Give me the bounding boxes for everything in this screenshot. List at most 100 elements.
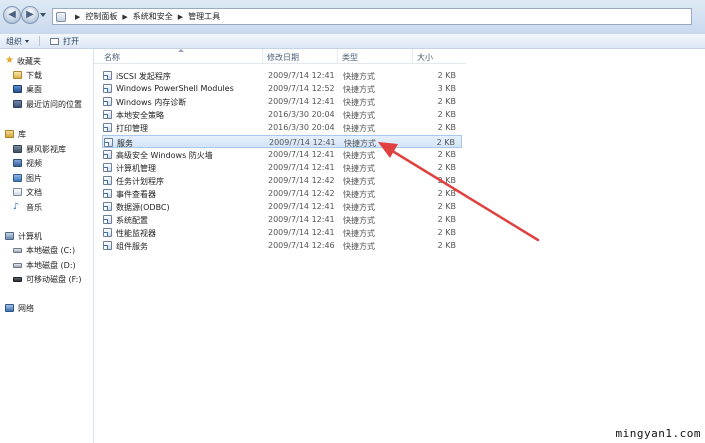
nav-item-desktop[interactable]: 桌面 <box>13 83 42 95</box>
breadcrumb-system-security[interactable]: 系统和安全 <box>133 11 173 22</box>
nav-item-drive-f[interactable]: 可移动磁盘 (F:) <box>13 273 81 285</box>
nav-libraries[interactable]: 库 <box>5 128 26 140</box>
download-folder-icon <box>13 71 22 79</box>
file-date: 2016/3/30 20:04 <box>268 110 335 120</box>
file-size: 2 KB <box>437 110 456 120</box>
breadcrumb-admin-tools[interactable]: 管理工具 <box>188 11 220 22</box>
file-name: 系统配置 <box>116 216 148 226</box>
nav-item-drive-d[interactable]: 本地磁盘 (D:) <box>13 259 76 271</box>
pictures-icon <box>13 174 22 182</box>
file-row[interactable]: 数据源(ODBC) 2009/7/14 12:41 快捷方式 2 KB <box>102 200 462 213</box>
file-size: 2 KB <box>437 175 456 185</box>
file-row[interactable]: 性能监视器 2009/7/14 12:41 快捷方式 2 KB <box>102 226 462 239</box>
nav-item-downloads[interactable]: 下载 <box>13 69 42 81</box>
sort-ascending-icon <box>178 49 184 52</box>
file-size: 3 KB <box>437 84 456 94</box>
network-icon <box>5 304 14 312</box>
file-name: Windows PowerShell Modules <box>116 84 234 94</box>
file-type: 快捷方式 <box>343 229 375 239</box>
nav-item-recent-places[interactable]: 最近访问的位置 <box>13 98 82 110</box>
column-header-date[interactable]: 修改日期 <box>267 52 299 63</box>
open-button[interactable]: 打开 <box>44 36 85 47</box>
file-row[interactable]: iSCSI 发起程序 2009/7/14 12:41 快捷方式 2 KB <box>102 69 462 82</box>
nav-item-label: 暴风影视库 <box>26 144 66 154</box>
star-icon: ★ <box>5 55 14 66</box>
shortcut-icon <box>103 97 112 107</box>
address-box[interactable]: ▶ 控制面板 ▶ 系统和安全 ▶ 管理工具 <box>52 8 692 25</box>
command-bar: 组织 打开 <box>0 34 705 49</box>
file-size: 2 KB <box>437 123 456 133</box>
file-row[interactable]: 组件服务 2009/7/14 12:46 快捷方式 2 KB <box>102 239 462 252</box>
back-button[interactable]: ◀ <box>3 6 21 24</box>
address-bar: ◀ ▶ ▶ 控制面板 ▶ 系统和安全 ▶ 管理工具 <box>0 0 705 35</box>
removable-disk-icon <box>13 276 22 282</box>
file-date: 2009/7/14 12:41 <box>268 71 335 80</box>
nav-item-drive-c[interactable]: 本地磁盘 (C:) <box>13 244 75 256</box>
shortcut-icon <box>103 123 112 133</box>
file-row[interactable]: 任务计划程序 2009/7/14 12:42 快捷方式 2 KB <box>102 174 462 187</box>
breadcrumb-separator-icon[interactable]: ▶ <box>122 13 127 21</box>
nav-item-label: 下载 <box>26 70 42 80</box>
file-date: 2009/7/14 12:42 <box>268 188 335 198</box>
file-name: 本地安全策略 <box>116 111 164 121</box>
file-row[interactable]: 事件查看器 2009/7/14 12:42 快捷方式 2 KB <box>102 187 462 200</box>
file-date: 2009/7/14 12:42 <box>268 175 335 185</box>
file-name: Windows 内存诊断 <box>116 98 187 108</box>
file-row[interactable]: 服务 2009/7/14 12:41 快捷方式 2 KB <box>102 134 462 148</box>
column-divider[interactable] <box>337 49 338 63</box>
forward-button[interactable]: ▶ <box>21 6 39 24</box>
file-type: 快捷方式 <box>343 242 375 252</box>
file-name: 数据源(ODBC) <box>116 203 170 212</box>
file-name: 高级安全 Windows 防火墙 <box>116 150 213 160</box>
file-row[interactable]: 打印管理 2016/3/30 20:04 快捷方式 2 KB <box>102 121 462 134</box>
nav-item-label: 视频 <box>26 158 42 168</box>
recent-places-icon <box>13 100 22 108</box>
nav-item-documents[interactable]: 文档 <box>13 186 42 198</box>
column-header-size[interactable]: 大小 <box>417 52 433 63</box>
file-row[interactable]: 系统配置 2009/7/14 12:41 快捷方式 2 KB <box>102 213 462 226</box>
breadcrumb-separator-icon[interactable]: ▶ <box>178 13 183 21</box>
organize-button[interactable]: 组织 <box>0 36 35 47</box>
column-header-name[interactable]: 名称 <box>104 52 120 63</box>
shortcut-icon <box>103 162 112 172</box>
watermark-text: mingyan1.com <box>615 427 701 440</box>
column-divider[interactable] <box>262 49 263 63</box>
nav-item-music[interactable]: ♪ 音乐 <box>13 201 42 213</box>
nav-item-pictures[interactable]: 图片 <box>13 172 42 184</box>
file-row[interactable]: 本地安全策略 2016/3/30 20:04 快捷方式 2 KB <box>102 108 462 121</box>
shortcut-icon <box>103 241 112 251</box>
file-date: 2009/7/14 12:41 <box>268 97 335 107</box>
file-row[interactable]: 计算机管理 2009/7/14 12:41 快捷方式 2 KB <box>102 161 462 174</box>
file-type: 快捷方式 <box>343 150 375 160</box>
file-list-pane: 名称 修改日期 类型 大小 iSCSI 发起程序 2009/7/14 12:41 快… <box>94 49 705 443</box>
file-row[interactable]: Windows 内存诊断 2009/7/14 12:41 快捷方式 2 KB <box>102 95 462 108</box>
file-size: 2 KB <box>436 137 455 147</box>
navigation-pane: ★ 收藏夹 下载 桌面 最近访问的位置 库 暴风影视库 视频 图片 文档 ♪ 音… <box>0 49 94 443</box>
shortcut-icon <box>103 188 112 198</box>
breadcrumb-control-panel[interactable]: 控制面板 <box>85 11 117 22</box>
videos-icon <box>13 159 22 167</box>
file-name: iSCSI 发起程序 <box>116 72 171 81</box>
file-date: 2009/7/14 12:52 <box>268 84 335 94</box>
column-divider[interactable] <box>412 49 413 63</box>
file-row[interactable]: 高级安全 Windows 防火墙 2009/7/14 12:41 快捷方式 2 KB <box>102 148 462 161</box>
recent-pages-chevron-icon[interactable] <box>40 13 46 17</box>
file-type: 快捷方式 <box>343 163 375 173</box>
file-date: 2009/7/14 12:41 <box>268 202 335 211</box>
control-panel-icon <box>56 11 66 22</box>
file-name: 组件服务 <box>116 242 148 252</box>
open-icon <box>50 37 59 45</box>
nav-network[interactable]: 网络 <box>5 302 34 314</box>
column-header-type[interactable]: 类型 <box>342 52 358 63</box>
file-date: 2009/7/14 12:46 <box>268 241 335 251</box>
nav-computer[interactable]: 计算机 <box>5 230 42 242</box>
nav-favorites[interactable]: ★ 收藏夹 <box>5 55 41 67</box>
breadcrumb-separator-icon[interactable]: ▶ <box>75 13 80 21</box>
nav-item-videos[interactable]: 视频 <box>13 157 42 169</box>
music-icon: ♪ <box>13 202 19 212</box>
file-date: 2016/3/30 20:04 <box>268 123 335 133</box>
file-row[interactable]: Windows PowerShell Modules 2009/7/14 12:5… <box>102 82 462 95</box>
file-size: 2 KB <box>437 97 456 107</box>
nav-item-storm-video[interactable]: 暴风影视库 <box>13 143 66 155</box>
nav-item-label: 本地磁盘 (D:) <box>26 260 76 270</box>
